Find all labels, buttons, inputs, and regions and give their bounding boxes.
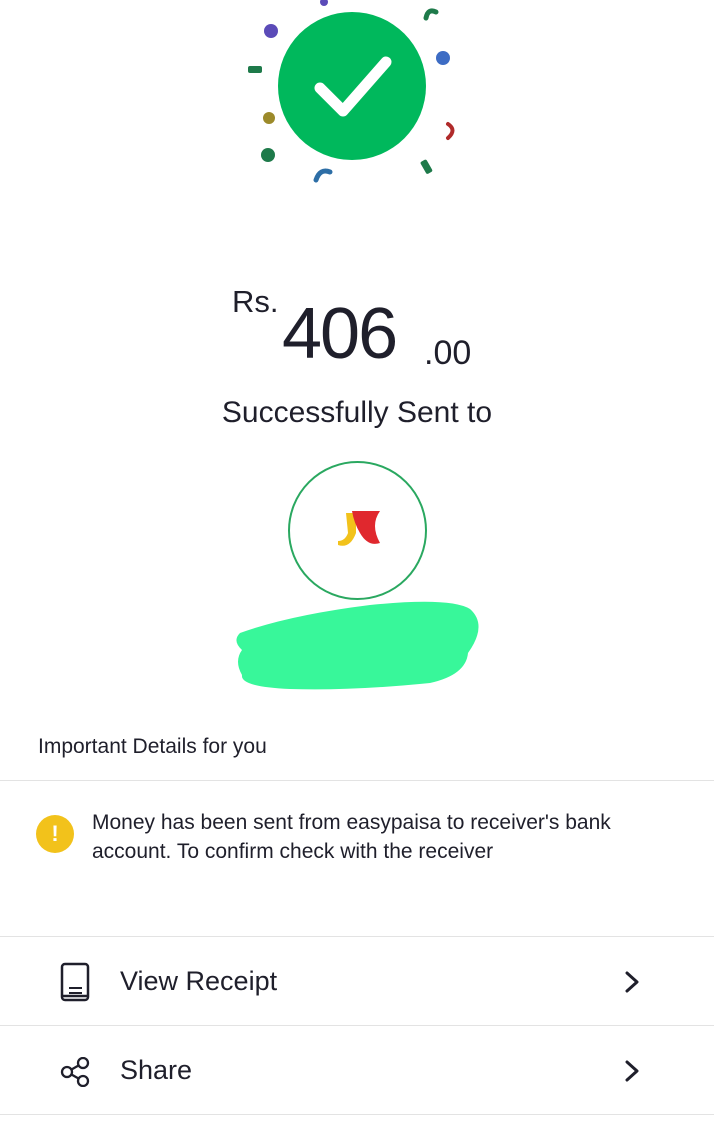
- bank-logo-icon: [338, 511, 380, 546]
- divider: [0, 936, 714, 937]
- view-receipt-label: View Receipt: [120, 966, 278, 996]
- chevron-right-icon: [625, 1060, 639, 1082]
- recipient-bank-logo: [288, 461, 427, 600]
- details-message: Money has been sent from easypaisa to re…: [92, 808, 692, 866]
- redacted-recipient-name: [236, 601, 479, 690]
- view-receipt-row[interactable]: View Receipt: [0, 938, 714, 1026]
- amount-value: 406: [282, 294, 398, 374]
- divider: [0, 780, 714, 781]
- share-label: Share: [120, 1055, 193, 1085]
- confetti-decoration: [248, 0, 455, 183]
- divider: [0, 1114, 714, 1115]
- divider: [0, 1025, 714, 1026]
- status-text: Successfully Sent to: [221, 396, 493, 429]
- details-message-line: Money has been sent from easypaisa to re…: [92, 811, 611, 834]
- receipt-icon: [60, 962, 90, 1002]
- amount-decimal: .00: [424, 334, 472, 372]
- success-badge: [240, 0, 470, 195]
- details-message-line: account. To confirm check with the recei…: [92, 840, 494, 863]
- warning-icon: !: [36, 815, 74, 853]
- chevron-right-icon: [625, 971, 639, 993]
- details-title: Important Details for you: [38, 735, 267, 758]
- share-row[interactable]: Share: [0, 1027, 714, 1115]
- currency-label: Rs.: [232, 284, 279, 319]
- share-icon: [60, 1057, 90, 1087]
